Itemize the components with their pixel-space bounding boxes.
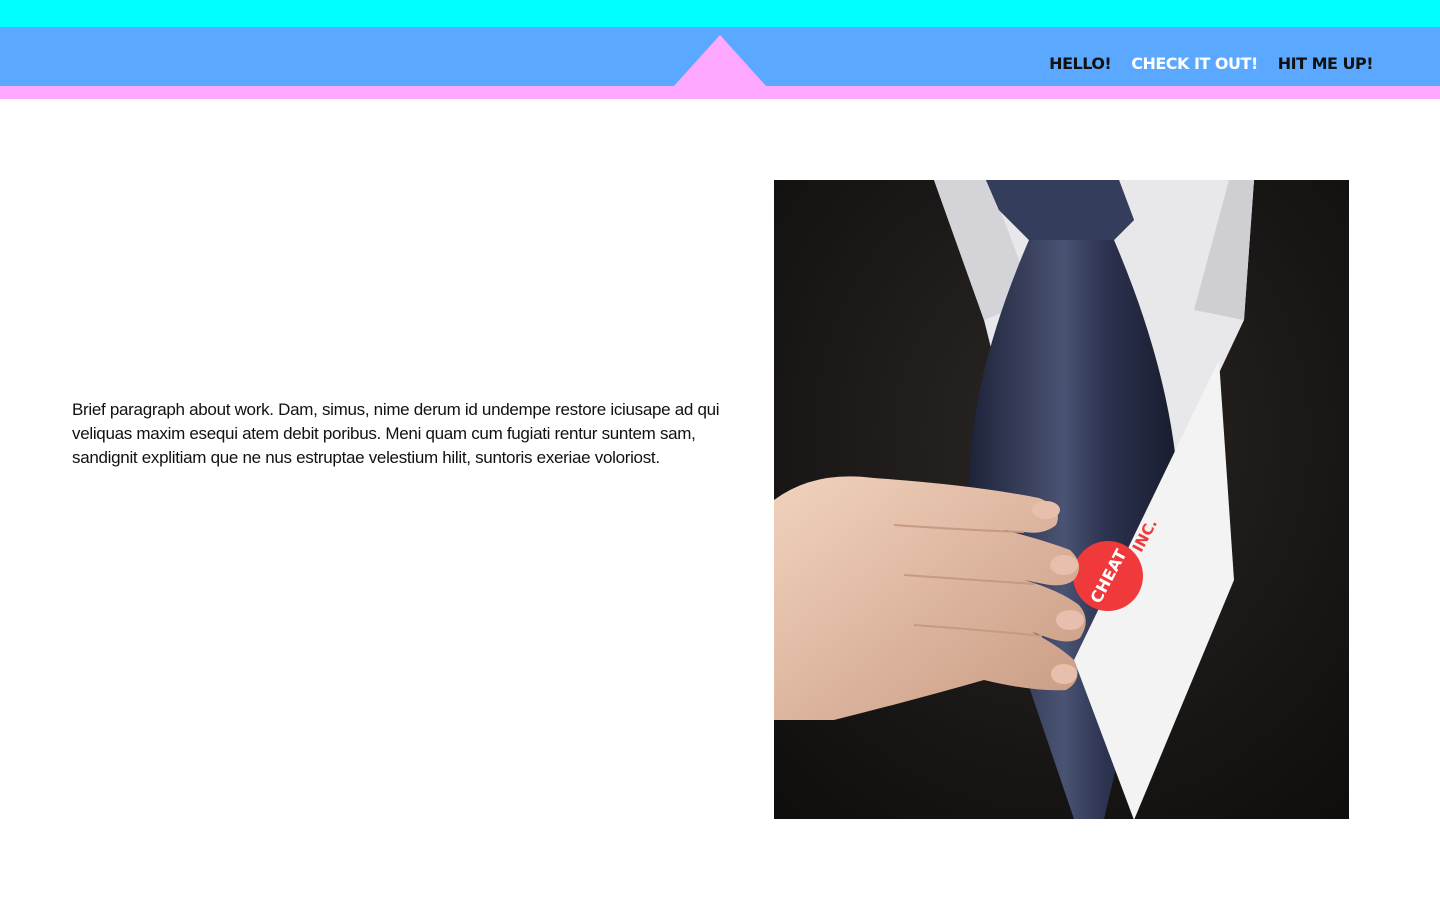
nav-link-check-it-out[interactable]: CHECK IT OUT!	[1131, 52, 1258, 76]
main-navigation: HELLO! CHECK IT OUT! HIT ME UP!	[1049, 52, 1373, 76]
hero-photo: CHEAT INC.	[774, 180, 1349, 819]
top-color-strip	[0, 0, 1440, 27]
photo-illustration: CHEAT INC.	[774, 180, 1349, 819]
nav-indicator-triangle	[673, 35, 767, 87]
intro-paragraph: Brief paragraph about work. Dam, simus, …	[72, 400, 720, 467]
nav-link-hit-me-up[interactable]: HIT ME UP!	[1278, 52, 1374, 76]
nav-link-hello[interactable]: HELLO!	[1049, 52, 1112, 76]
accent-strip	[0, 86, 1440, 99]
